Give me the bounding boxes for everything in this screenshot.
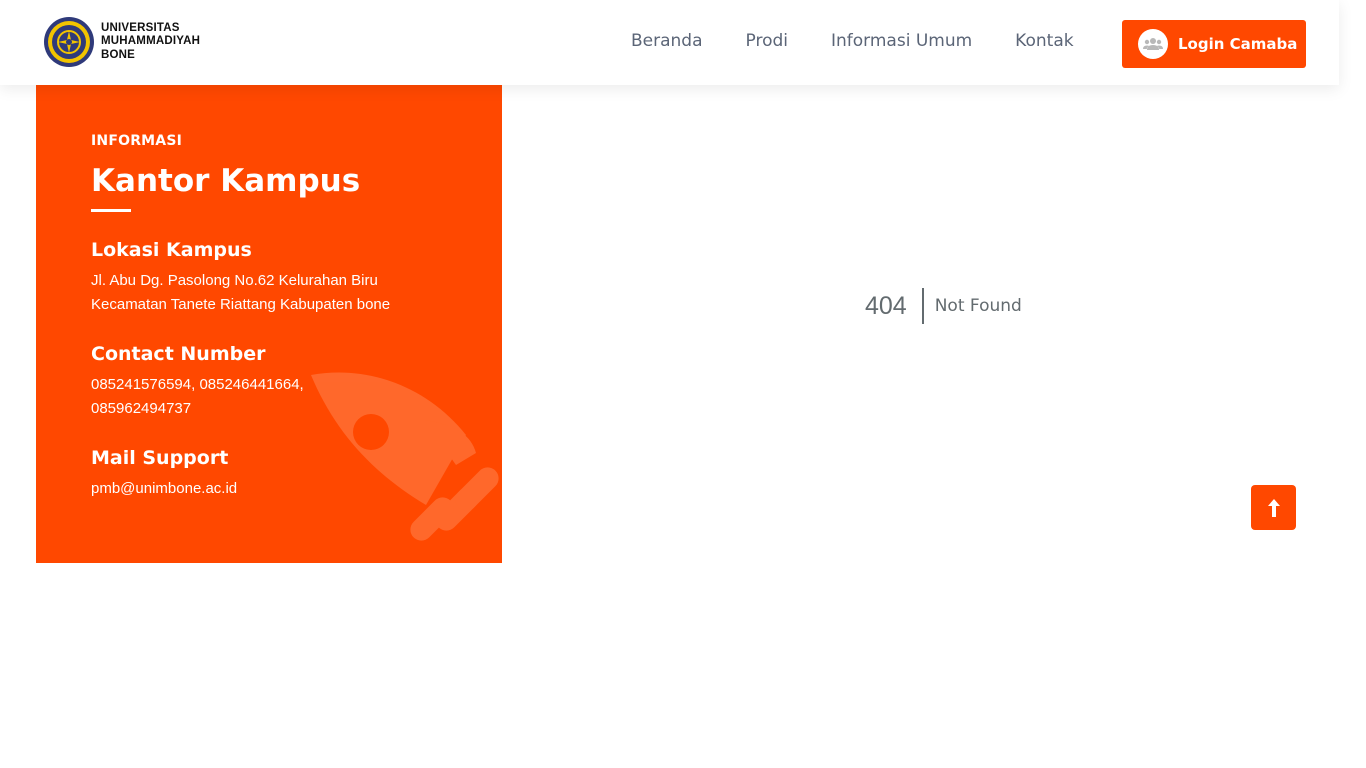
contact-line-2: 085962494737 [91,400,192,417]
contact-heading: Contact Number [91,343,266,365]
users-icon [1138,29,1168,59]
mail-address[interactable]: pmb@unimbone.ac.id [91,477,451,501]
campus-info-content: INFORMASI Kantor Kampus Lokasi Kampus Jl… [91,133,451,501]
back-to-top-button[interactable] [1251,485,1296,530]
brand[interactable]: UNIVERSITAS MUHAMMADIYAH BONE [43,16,200,68]
nav-beranda[interactable]: Beranda [631,30,703,52]
arrow-up-icon [1267,498,1280,517]
university-seal-logo-icon [44,17,94,67]
nav-prodi[interactable]: Prodi [746,30,788,52]
brand-line-2: MUHAMMADIYAH [101,35,201,48]
contact-numbers: 085241576594, 085246441664, 085962494737 [91,373,451,421]
site-header: UNIVERSITAS MUHAMMADIYAH BONE Beranda Pr… [0,0,1339,85]
brand-name: UNIVERSITAS MUHAMMADIYAH BONE [101,22,200,63]
login-camaba-label: Login Camaba [1178,35,1298,53]
location-heading: Lokasi Kampus [91,239,252,261]
main-nav: Beranda Prodi Informasi Umum Kontak [631,30,1074,52]
error-code: 404 [865,291,907,320]
info-kicker: INFORMASI [91,133,183,149]
nav-informasi-umum[interactable]: Informasi Umum [831,30,972,52]
login-camaba-button[interactable]: Login Camaba [1122,20,1306,68]
nav-kontak[interactable]: Kontak [1015,30,1073,52]
mail-heading: Mail Support [91,447,229,469]
campus-info-panel: INFORMASI Kantor Kampus Lokasi Kampus Jl… [36,85,502,563]
brand-line-1: UNIVERSITAS [101,21,180,34]
title-underline [91,209,131,212]
error-text: Not Found [934,296,1022,316]
address-line-1: Jl. Abu Dg. Pasolong No.62 Kelurahan Bir… [91,272,378,289]
info-title: Kantor Kampus [91,163,361,199]
error-message: 404 Not Found [865,288,1022,324]
contact-line-1: 085241576594, 085246441664, [91,376,304,393]
address-line-2: Kecamatan Tanete Riattang Kabupaten bone [91,296,391,313]
location-address: Jl. Abu Dg. Pasolong No.62 Kelurahan Bir… [91,269,451,317]
brand-line-3: BONE [101,48,136,61]
